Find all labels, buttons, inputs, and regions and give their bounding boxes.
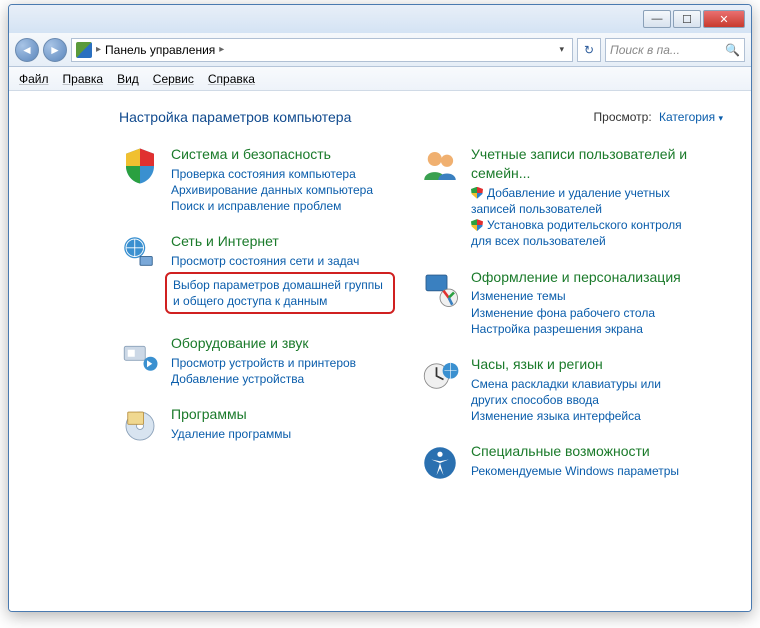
- category-link[interactable]: Смена раскладки клавиатуры или других сп…: [471, 376, 689, 408]
- minimize-button[interactable]: —: [643, 10, 671, 28]
- menu-bar: Файл Правка Вид Сервис Справка: [9, 67, 751, 91]
- category-link[interactable]: Рекомендуемые Windows параметры: [471, 463, 679, 479]
- right-column: Учетные записи пользователей и семейн...…: [419, 145, 689, 502]
- category-icon: [419, 355, 461, 397]
- nav-bar: ◄ ► ▸ Панель управления ▸ ▾ ↻ Поиск в па…: [9, 33, 751, 67]
- address-bar[interactable]: ▸ Панель управления ▸ ▾: [71, 38, 573, 62]
- category-body: Сеть и Интернет Просмотр состояния сети и…: [171, 232, 389, 315]
- category-title[interactable]: Система и безопасность: [171, 145, 373, 164]
- category-link[interactable]: Изменение фона рабочего стола: [471, 305, 681, 321]
- category-title[interactable]: Оформление и персонализация: [471, 268, 681, 287]
- close-button[interactable]: ✕: [703, 10, 745, 28]
- category-link[interactable]: Установка родительского контроля для все…: [471, 217, 689, 249]
- category-body: Специальные возможности Рекомендуемые Win…: [471, 442, 679, 484]
- category-icon: [119, 334, 161, 376]
- category-link[interactable]: Изменение темы: [471, 288, 681, 304]
- view-by: Просмотр: Категория ▾: [594, 110, 723, 124]
- address-dropdown[interactable]: ▾: [555, 44, 568, 55]
- category-link[interactable]: Архивирование данных компьютера: [171, 182, 373, 198]
- category-item: Программы Удаление программы: [119, 405, 389, 447]
- category-icon: [419, 442, 461, 484]
- category-icon: [419, 145, 461, 187]
- menu-tools[interactable]: Сервис: [153, 72, 194, 86]
- category-item: Часы, язык и регион Смена раскладки клави…: [419, 355, 689, 424]
- category-link[interactable]: Удаление программы: [171, 426, 291, 442]
- search-icon[interactable]: 🔍: [725, 43, 740, 57]
- category-title[interactable]: Сеть и Интернет: [171, 232, 389, 251]
- category-title[interactable]: Программы: [171, 405, 291, 424]
- category-item: Специальные возможности Рекомендуемые Win…: [419, 442, 689, 484]
- menu-help[interactable]: Справка: [208, 72, 255, 86]
- search-placeholder: Поиск в па...: [610, 43, 680, 57]
- category-title[interactable]: Учетные записи пользователей и семейн...: [471, 145, 689, 183]
- search-input[interactable]: Поиск в па... 🔍: [605, 38, 745, 62]
- title-bar: — ☐ ✕: [9, 5, 751, 33]
- category-item: Оформление и персонализацияИзменение тем…: [419, 268, 689, 337]
- category-icon: [119, 232, 161, 274]
- page-title: Настройка параметров компьютера: [119, 109, 351, 125]
- breadcrumb-separator: ▸: [219, 44, 224, 55]
- category-link[interactable]: Изменение языка интерфейса: [471, 408, 689, 424]
- category-icon: [119, 405, 161, 447]
- category-title[interactable]: Оборудование и звук: [171, 334, 356, 353]
- menu-view[interactable]: Вид: [117, 72, 139, 86]
- category-link[interactable]: Добавление устройства: [171, 371, 356, 387]
- category-body: Программы Удаление программы: [171, 405, 291, 447]
- category-link[interactable]: Просмотр устройств и принтеров: [171, 355, 356, 371]
- category-icon: [419, 268, 461, 310]
- category-body: Система и безопасность Проверка состояния…: [171, 145, 373, 214]
- category-item: Сеть и Интернет Просмотр состояния сети и…: [119, 232, 389, 315]
- category-link[interactable]: Поиск и исправление проблем: [171, 198, 373, 214]
- breadcrumb[interactable]: Панель управления: [105, 43, 215, 57]
- category-body: Оформление и персонализацияИзменение тем…: [471, 268, 681, 337]
- category-link[interactable]: Просмотр состояния сети и задач: [171, 253, 389, 269]
- category-link[interactable]: Выбор параметров домашней группы и общег…: [173, 277, 387, 309]
- left-column: Система и безопасность Проверка состояния…: [119, 145, 389, 502]
- menu-file[interactable]: Файл: [19, 72, 49, 86]
- category-link[interactable]: Проверка состояния компьютера: [171, 166, 373, 182]
- category-item: Оборудование и звук Просмотр устройств и …: [119, 334, 389, 387]
- control-panel-icon: [76, 42, 92, 58]
- window: — ☐ ✕ ◄ ► ▸ Панель управления ▸ ▾ ↻ Поис…: [8, 4, 752, 612]
- category-title[interactable]: Специальные возможности: [471, 442, 679, 461]
- category-icon: [119, 145, 161, 187]
- viewby-label: Просмотр:: [594, 110, 652, 124]
- header-row: Настройка параметров компьютера Просмотр…: [119, 109, 723, 125]
- chevron-down-icon[interactable]: ▾: [718, 113, 723, 123]
- highlighted-link: Выбор параметров домашней группы и общег…: [165, 272, 395, 314]
- forward-button[interactable]: ►: [43, 38, 67, 62]
- category-body: Часы, язык и регион Смена раскладки клави…: [471, 355, 689, 424]
- category-columns: Система и безопасность Проверка состояния…: [119, 145, 723, 502]
- category-link[interactable]: Добавление и удаление учетных записей по…: [471, 185, 689, 217]
- category-item: Система и безопасность Проверка состояния…: [119, 145, 389, 214]
- category-link[interactable]: Настройка разрешения экрана: [471, 321, 681, 337]
- category-body: Учетные записи пользователей и семейн...…: [471, 145, 689, 250]
- back-button[interactable]: ◄: [15, 38, 39, 62]
- category-item: Учетные записи пользователей и семейн...…: [419, 145, 689, 250]
- category-title[interactable]: Часы, язык и регион: [471, 355, 689, 374]
- menu-edit[interactable]: Правка: [63, 72, 104, 86]
- breadcrumb-separator: ▸: [96, 44, 101, 55]
- refresh-button[interactable]: ↻: [577, 38, 601, 62]
- content-area: Настройка параметров компьютера Просмотр…: [9, 91, 751, 611]
- category-body: Оборудование и звук Просмотр устройств и …: [171, 334, 356, 387]
- viewby-value[interactable]: Категория: [659, 110, 715, 124]
- maximize-button[interactable]: ☐: [673, 10, 701, 28]
